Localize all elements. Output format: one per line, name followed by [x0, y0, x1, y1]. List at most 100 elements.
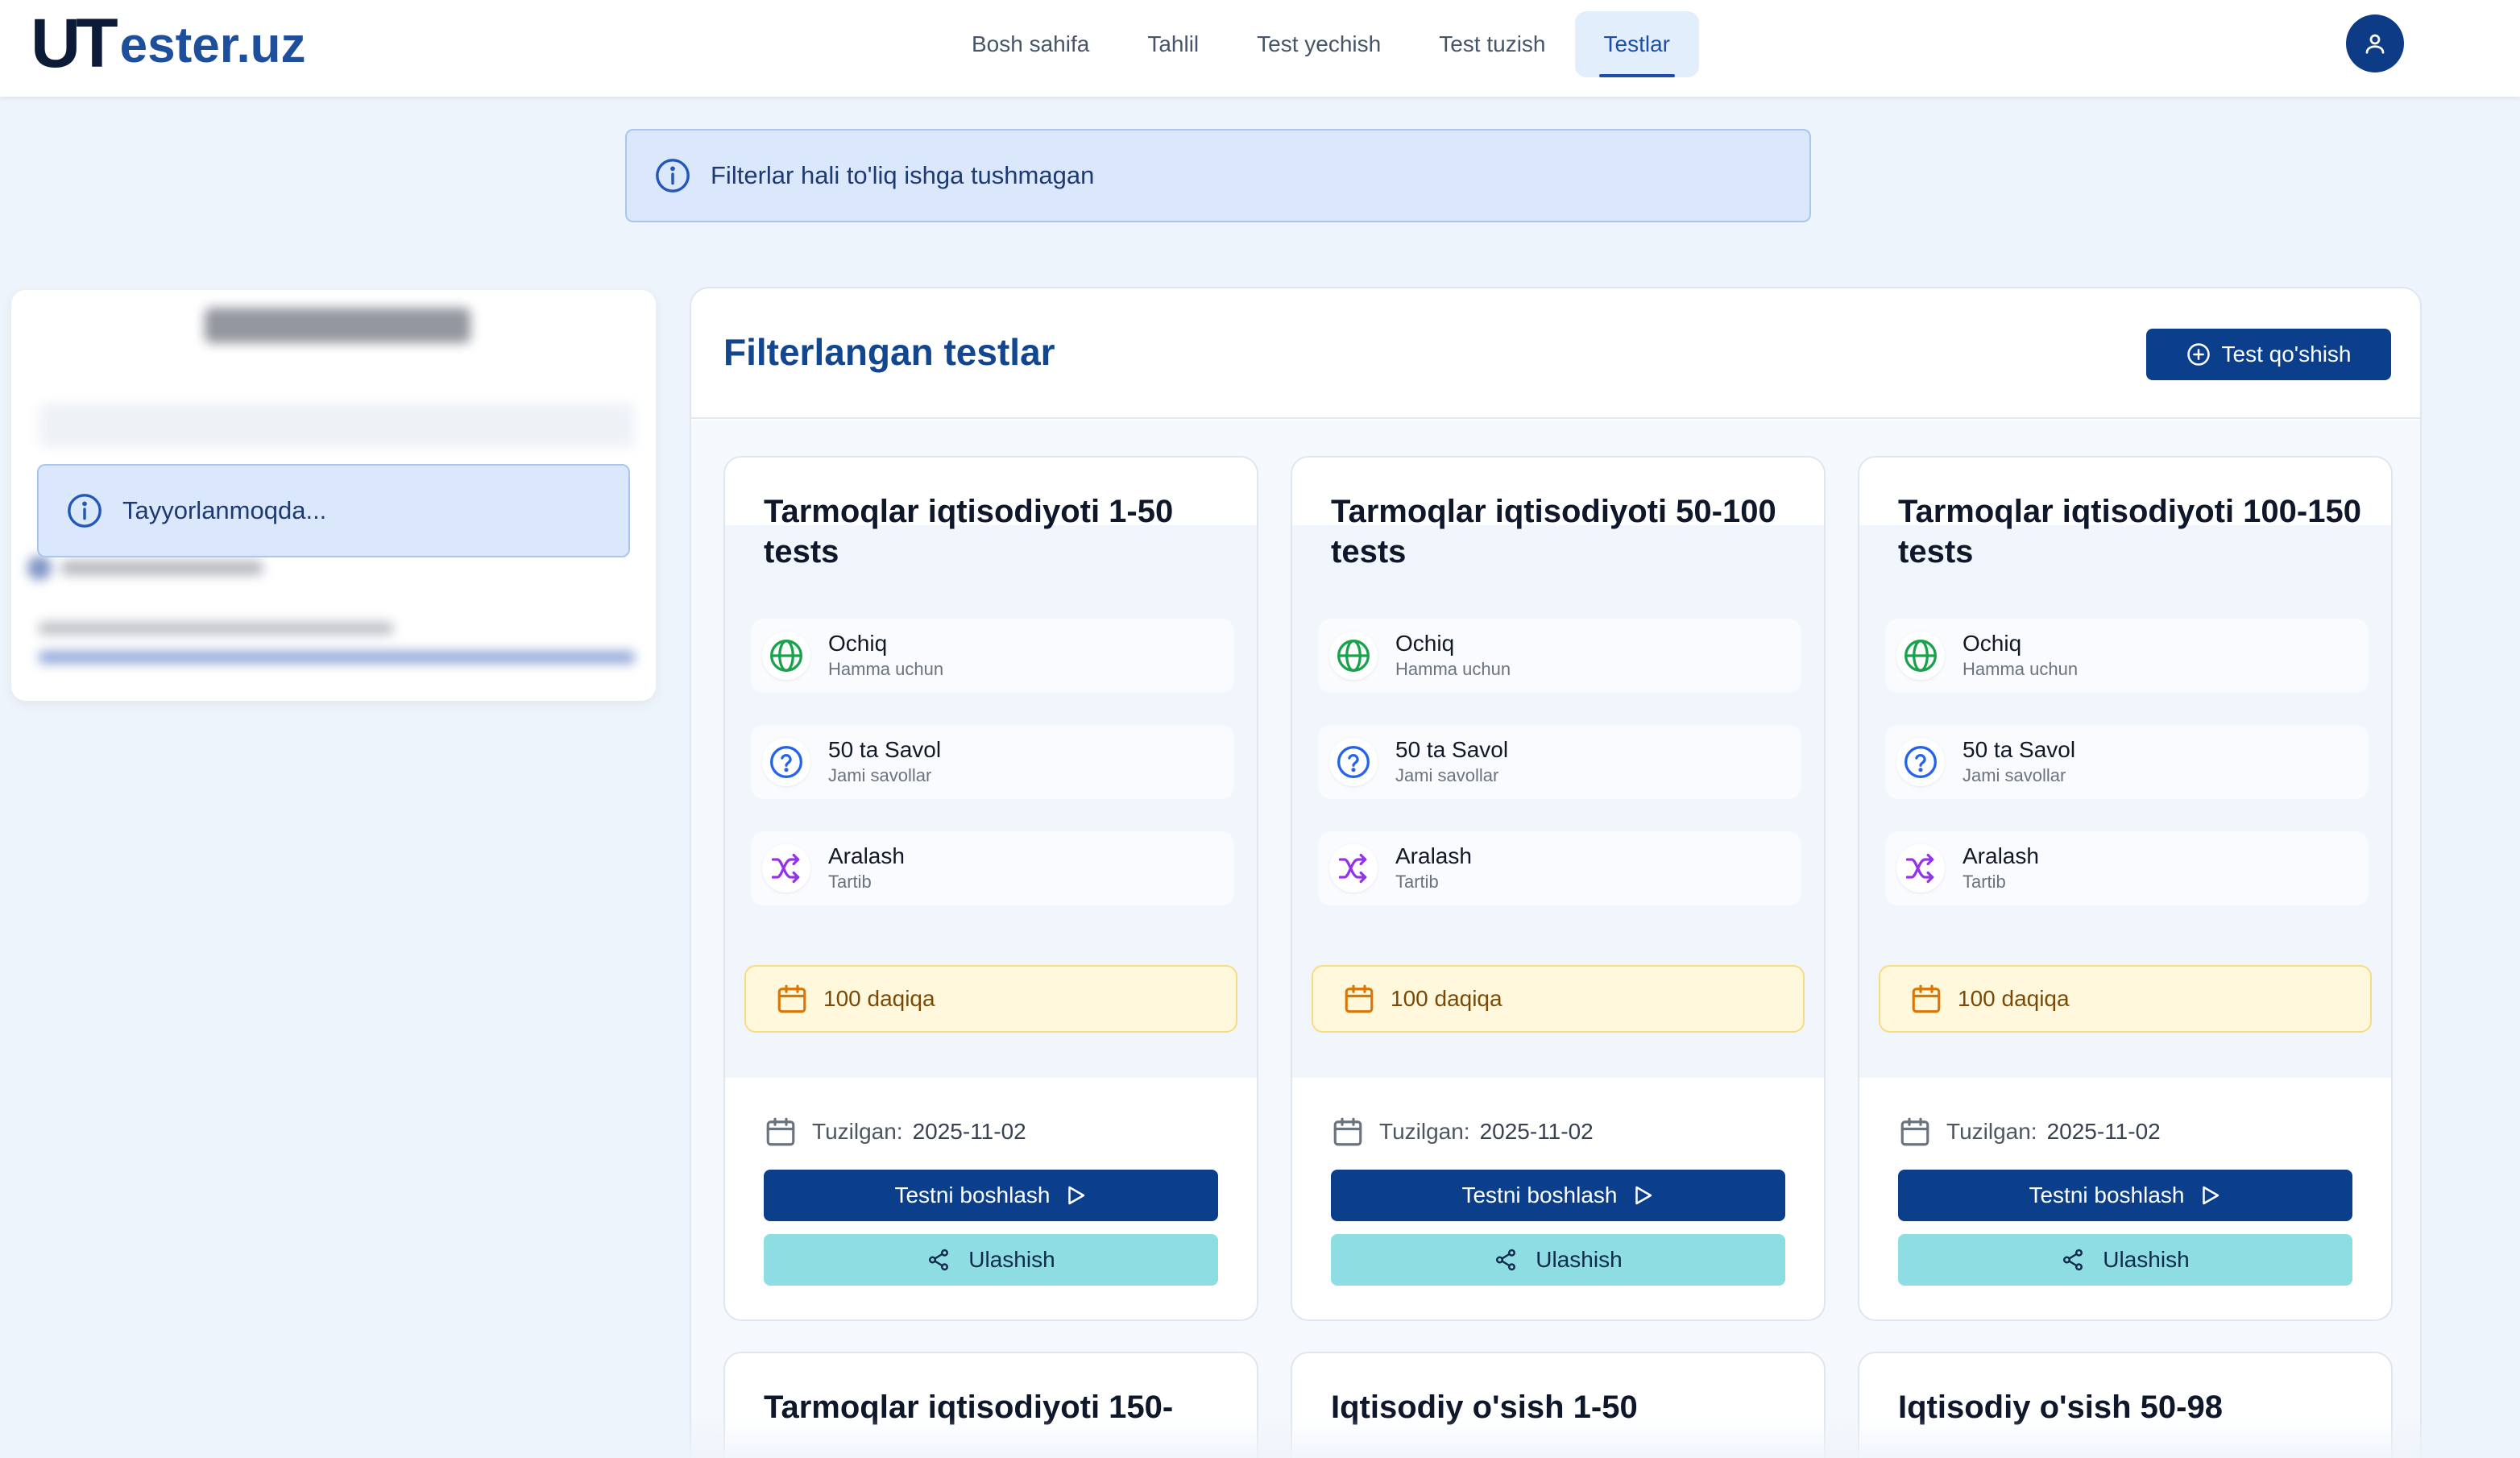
- nav-test-yechish[interactable]: Test yechish: [1228, 11, 1410, 77]
- preparing-alert: Tayyorlanmoqda...: [37, 464, 630, 557]
- order-row: Aralash Tartib: [751, 831, 1234, 905]
- created-date: 2025-11-02: [2046, 1119, 2161, 1144]
- start-test-label: Testni boshlash: [2029, 1183, 2185, 1207]
- access-value: Ochiq: [828, 631, 888, 656]
- start-test-label: Testni boshlash: [1461, 1183, 1618, 1207]
- access-value: Ochiq: [1395, 631, 1455, 656]
- test-card: Tarmoqlar iqtisodiyoti 100-150 tests Och…: [1858, 456, 2393, 1321]
- user-avatar-button[interactable]: [2346, 14, 2404, 72]
- test-card: Tarmoqlar iqtisodiyoti 1-50 tests Ochiq …: [723, 456, 1258, 1321]
- question-icon: [1329, 738, 1378, 786]
- top-navbar: U T ester.uz Bosh sahifa Tahlil Test yec…: [0, 0, 2520, 97]
- add-test-button[interactable]: Test qo'shish: [2146, 329, 2391, 380]
- calendar-icon: [1912, 984, 1941, 1013]
- created-info: Tuzilgan: 2025-11-02: [1331, 1112, 1594, 1152]
- access-sub: Hamma uchun: [1963, 659, 2079, 679]
- add-test-label: Test qo'shish: [2221, 342, 2352, 367]
- globe-icon: [1896, 632, 1945, 680]
- shuffle-icon: [1329, 844, 1378, 893]
- share-icon: [929, 1249, 949, 1271]
- calendar-icon: [766, 1117, 795, 1146]
- cards-grid: Tarmoqlar iqtisodiyoti 1-50 tests Ochiq …: [691, 420, 2420, 1458]
- questions-value: 50 ta Savol: [1963, 737, 2076, 762]
- nav-testlar[interactable]: Testlar: [1574, 11, 1699, 77]
- duration-text: 100 daqiqa: [823, 986, 935, 1011]
- start-test-label: Testni boshlash: [894, 1183, 1051, 1207]
- created-label: Tuzilgan:: [812, 1119, 903, 1144]
- banner-text: Filterlar hali to'liq ishga tushmagan: [711, 161, 1095, 189]
- order-row: Aralash Tartib: [1318, 831, 1801, 905]
- calendar-icon: [777, 984, 806, 1013]
- calendar-icon: [1333, 1117, 1362, 1146]
- globe-icon: [1329, 632, 1378, 680]
- questions-sub: Jami savollar: [1963, 765, 2066, 785]
- filter-sidebar: Tayyorlanmoqda...: [11, 290, 656, 701]
- shuffle-icon: [762, 844, 810, 893]
- test-card: Tarmoqlar iqtisodiyoti 150-: [723, 1352, 1258, 1458]
- question-icon: [762, 738, 810, 786]
- panel-header: Filterlangan testlar Test qo'shish: [691, 288, 2420, 419]
- access-value: Ochiq: [1963, 631, 2022, 656]
- logo-text: ester.uz: [119, 18, 306, 73]
- shuffle-icon: [1896, 844, 1945, 893]
- share-button[interactable]: Ulashish: [1898, 1234, 2352, 1286]
- nav-test-tuzish[interactable]: Test tuzish: [1410, 11, 1574, 77]
- share-icon: [1496, 1249, 1516, 1271]
- duration-badge: 100 daqiqa: [1879, 965, 2372, 1033]
- questions-sub: Jami savollar: [1395, 765, 1499, 785]
- created-info: Tuzilgan: 2025-11-02: [764, 1112, 1026, 1152]
- logo-letter-t: T: [76, 5, 118, 82]
- globe-icon: [762, 632, 810, 680]
- duration-text: 100 daqiqa: [1958, 986, 2070, 1011]
- info-icon: [656, 159, 690, 193]
- card-title: Tarmoqlar iqtisodiyoti 100-150 tests: [1898, 494, 2361, 570]
- questions-row: 50 ta Savol Jami savollar: [1318, 725, 1801, 799]
- created-info: Tuzilgan: 2025-11-02: [1898, 1112, 2161, 1152]
- card-title: Iqtisodiy o'sish 50-98: [1898, 1390, 2223, 1425]
- duration-badge: 100 daqiqa: [744, 965, 1237, 1033]
- questions-row: 50 ta Savol Jami savollar: [751, 725, 1234, 799]
- share-label: Ulashish: [1536, 1247, 1623, 1272]
- access-row: Ochiq Hamma uchun: [1318, 619, 1801, 693]
- share-icon: [2063, 1249, 2083, 1271]
- logo-letter-u: U: [31, 5, 81, 82]
- page-title: Filterlangan testlar: [723, 331, 1055, 373]
- preparing-alert-text: Tayyorlanmoqda...: [122, 496, 327, 524]
- order-value: Aralash: [1963, 843, 2039, 868]
- play-icon: [2202, 1186, 2219, 1205]
- start-test-button[interactable]: Testni boshlash: [764, 1170, 1218, 1221]
- duration-text: 100 daqiqa: [1391, 986, 1502, 1011]
- test-card: Iqtisodiy o'sish 1-50: [1291, 1352, 1826, 1458]
- created-label: Tuzilgan:: [1946, 1119, 2037, 1144]
- access-row: Ochiq Hamma uchun: [751, 619, 1234, 693]
- question-icon: [1896, 738, 1945, 786]
- access-sub: Hamma uchun: [828, 659, 944, 679]
- share-button[interactable]: Ulashish: [1331, 1234, 1785, 1286]
- calendar-icon: [1900, 1117, 1929, 1146]
- share-label: Ulashish: [2103, 1247, 2190, 1272]
- created-label: Tuzilgan:: [1379, 1119, 1470, 1144]
- share-label: Ulashish: [968, 1247, 1055, 1272]
- card-title: Tarmoqlar iqtisodiyoti 50-100 tests: [1331, 494, 1776, 570]
- filter-info-banner: Filterlar hali to'liq ishga tushmagan: [625, 129, 1811, 222]
- start-test-button[interactable]: Testni boshlash: [1331, 1170, 1785, 1221]
- logo[interactable]: U T ester.uz: [31, 5, 306, 82]
- nav-tahlil[interactable]: Tahlil: [1118, 11, 1228, 77]
- order-value: Aralash: [828, 843, 905, 868]
- order-value: Aralash: [1395, 843, 1472, 868]
- info-icon: [68, 494, 102, 528]
- order-sub: Tartib: [1395, 872, 1439, 892]
- tests-panel: Filterlangan testlar Test qo'shish Tarmo…: [690, 287, 2422, 1458]
- questions-value: 50 ta Savol: [1395, 737, 1509, 762]
- access-row: Ochiq Hamma uchun: [1885, 619, 2369, 693]
- card-title: Tarmoqlar iqtisodiyoti 150-: [764, 1390, 1174, 1425]
- share-button[interactable]: Ulashish: [764, 1234, 1218, 1286]
- nav-bosh-sahifa[interactable]: Bosh sahifa: [943, 11, 1118, 77]
- order-sub: Tartib: [828, 872, 872, 892]
- play-icon: [1635, 1186, 1652, 1205]
- test-card: Tarmoqlar iqtisodiyoti 50-100 tests Ochi…: [1291, 456, 1826, 1321]
- questions-value: 50 ta Savol: [828, 737, 942, 762]
- card-title: Tarmoqlar iqtisodiyoti 1-50 tests: [764, 494, 1174, 570]
- created-date: 2025-11-02: [912, 1119, 1026, 1144]
- start-test-button[interactable]: Testni boshlash: [1898, 1170, 2352, 1221]
